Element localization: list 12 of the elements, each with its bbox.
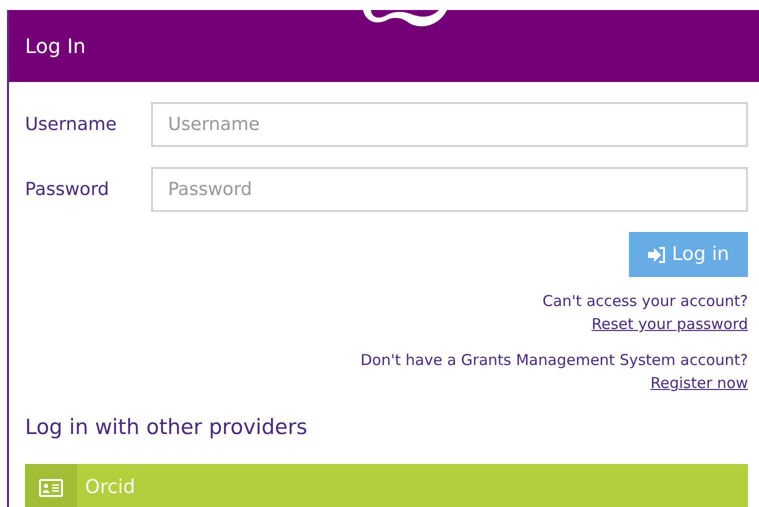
- input-field[interactable]: Username: [151, 102, 748, 147]
- help-link[interactable]: Register now: [650, 372, 748, 395]
- providers-heading: Log in with other providers: [25, 414, 308, 441]
- help-text: Don't have a Grants Management System account?: [360, 350, 748, 371]
- panel-title: Log In: [25, 33, 86, 60]
- input-field[interactable]: Password: [151, 167, 748, 212]
- field-label: Password: [25, 178, 110, 202]
- field-label: Username: [25, 113, 118, 137]
- sign-in-icon: [648, 246, 666, 262]
- help-text: Can't access your account?: [542, 291, 748, 312]
- id-card-icon: [39, 478, 63, 496]
- help-link[interactable]: Reset your password: [592, 313, 748, 336]
